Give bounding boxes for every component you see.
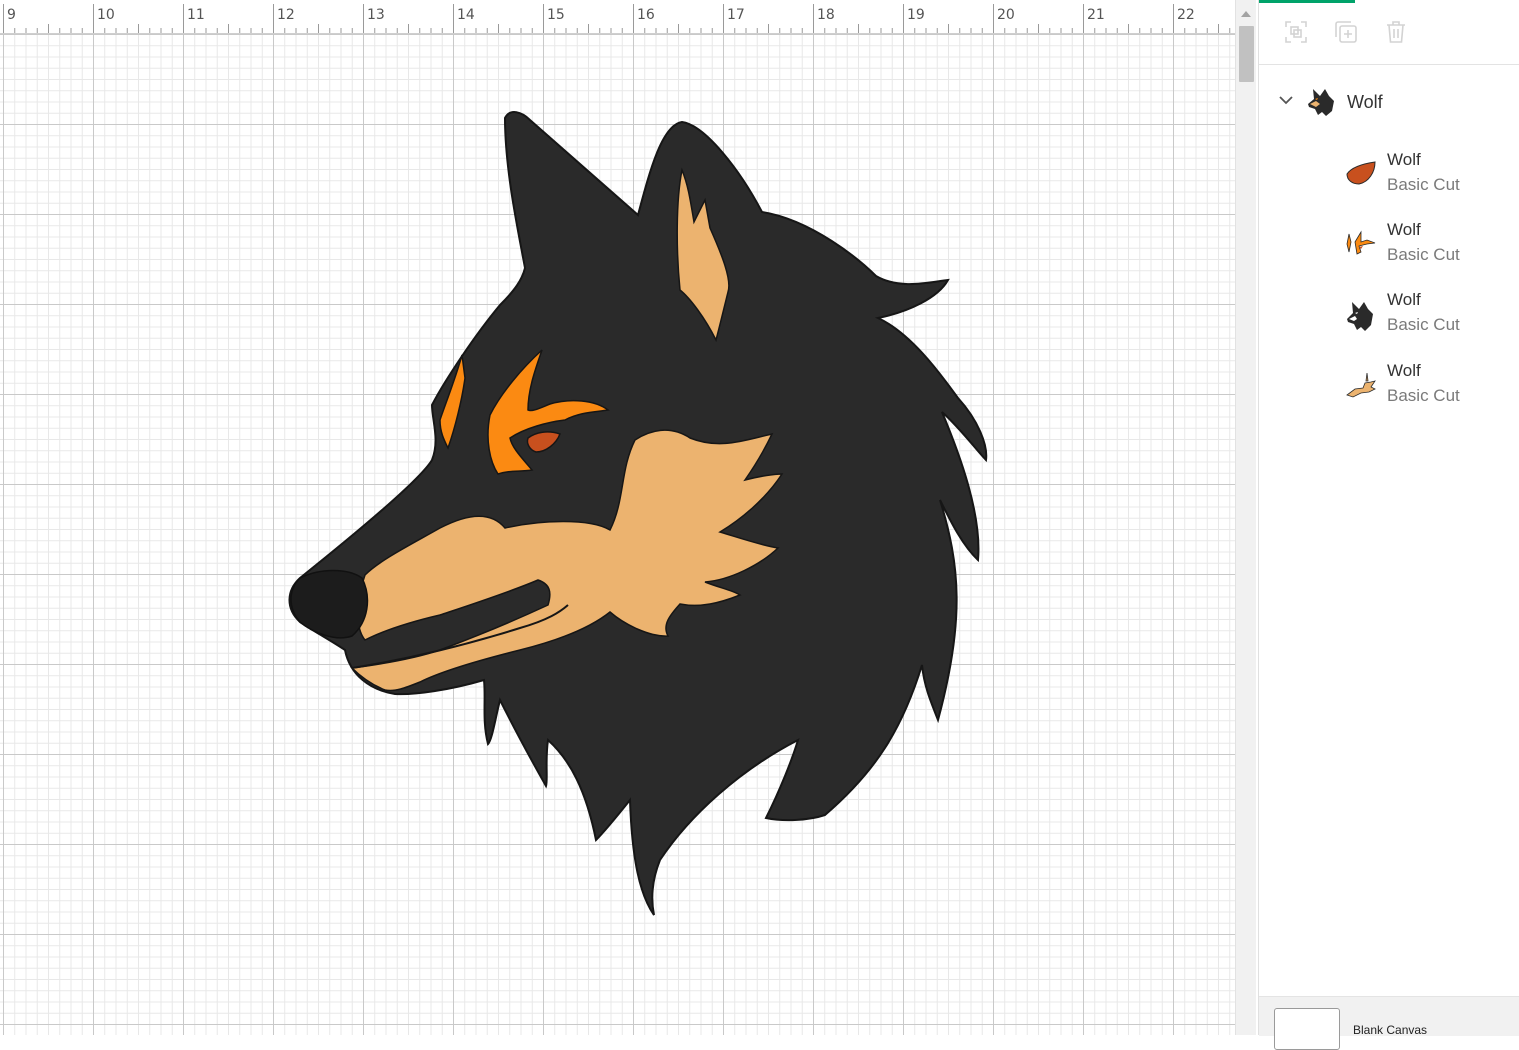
ruler-number: 10 [97,7,115,23]
layers-toolbar [1259,3,1519,65]
brow-shapes-thumbnail [1346,230,1376,255]
chevron-down-icon[interactable] [1278,94,1294,106]
layer-name: Wolf [1387,150,1421,169]
wolf-nose-shape [290,569,369,639]
group-icon [1285,21,1307,43]
ruler-number: 21 [1087,7,1105,23]
ruler-ticks [3,4,1231,33]
ruler-number: 17 [727,7,745,23]
group-button[interactable] [1283,19,1309,45]
ruler-number: 22 [1177,7,1195,23]
ruler-number: 19 [907,7,925,23]
layer-name: Wolf [1387,220,1421,239]
ruler-number: 12 [277,7,295,23]
wolf-design[interactable] [0,0,1235,1035]
layer-group-wolf[interactable]: Wolf [1259,78,1519,126]
layer-operation: Basic Cut [1387,245,1460,264]
layer-operation: Basic Cut [1387,386,1460,405]
layer-operation: Basic Cut [1387,315,1460,334]
ruler-number: 11 [187,7,205,23]
ruler-number: 18 [817,7,835,23]
trash-icon [1387,21,1405,43]
ruler-number: 15 [547,7,565,23]
ruler-number: 9 [7,7,16,23]
ruler-number: 16 [637,7,655,23]
layer-item[interactable]: Wolf Basic Cut [1259,357,1519,419]
layer-item[interactable]: Wolf Basic Cut [1259,286,1519,348]
design-canvas[interactable]: 9 10 11 12 13 14 15 16 17 18 19 20 21 22 [0,0,1235,1035]
layer-group-label: Wolf [1347,92,1383,112]
ruler-number: 20 [997,7,1015,23]
layer-item[interactable]: Wolf Basic Cut [1259,146,1519,208]
vertical-scrollbar[interactable] [1235,0,1256,1035]
tan-pieces-thumbnail [1346,372,1376,398]
eye-shape-thumbnail [1346,161,1376,185]
ruler-number: 13 [367,7,385,23]
canvas-background-footer: Blank Canvas [1259,996,1519,1050]
layer-name: Wolf [1387,290,1421,309]
ruler-number: 14 [457,7,475,23]
wolf-head-thumbnail [1347,302,1373,331]
duplicate-icon [1335,21,1357,43]
layer-operation: Basic Cut [1387,175,1460,194]
scrollbar-thumb[interactable] [1239,26,1254,82]
duplicate-button[interactable] [1333,19,1359,45]
layers-panel: Wolf Wolf Basic Cut Wolf Basic Cut Wolf … [1258,0,1519,1050]
layer-name: Wolf [1387,361,1421,380]
top-ruler: 9 10 11 12 13 14 15 16 17 18 19 20 21 22 [0,0,1235,34]
scroll-up-arrow-icon[interactable] [1241,11,1251,17]
delete-button[interactable] [1383,19,1409,45]
layer-item[interactable]: Wolf Basic Cut [1259,216,1519,278]
wolf-head-thumbnail [1308,89,1334,116]
blank-canvas-swatch[interactable] [1274,1008,1340,1050]
